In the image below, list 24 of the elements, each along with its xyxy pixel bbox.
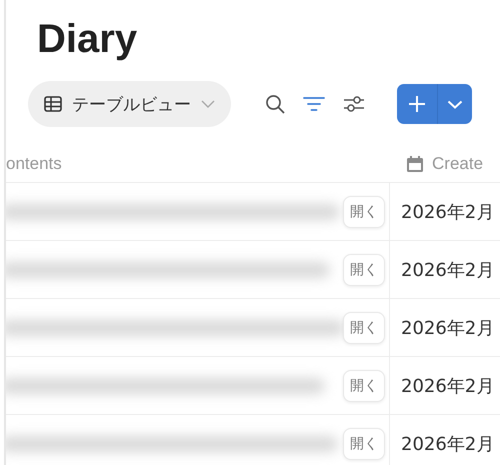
dropdown-button[interactable] xyxy=(438,84,472,124)
open-button[interactable]: 開く xyxy=(343,312,385,344)
table-cell-text: 2026年2月 xyxy=(401,316,494,340)
open-button[interactable]: 開く xyxy=(343,370,385,402)
column-header[interactable]: Create xyxy=(432,154,484,174)
search-icon[interactable] xyxy=(265,94,285,114)
chevron-down-icon xyxy=(447,100,463,108)
open-button[interactable]: 開く xyxy=(343,428,385,460)
column-header[interactable]: ontents xyxy=(6,154,62,174)
plus-icon xyxy=(408,95,426,113)
table-cell-text: 2026年2月 xyxy=(401,200,494,224)
filter-icon[interactable] xyxy=(303,96,325,112)
add-button[interactable] xyxy=(397,84,438,124)
view-selector[interactable]: テーブルビュー xyxy=(28,81,231,127)
table-cell-text: 2026年2月 xyxy=(401,258,494,282)
page-title: Diary xyxy=(36,16,138,63)
table-cell-text: 2026年2月 xyxy=(401,374,494,398)
chevron-down-icon xyxy=(201,100,215,108)
table-icon xyxy=(44,96,62,112)
sliders-icon[interactable] xyxy=(343,95,365,113)
open-button[interactable]: 開く xyxy=(343,196,385,228)
calendar-icon xyxy=(406,155,424,173)
open-button[interactable]: 開く xyxy=(343,254,385,286)
table-cell-text: 2026年2月 xyxy=(401,432,494,456)
